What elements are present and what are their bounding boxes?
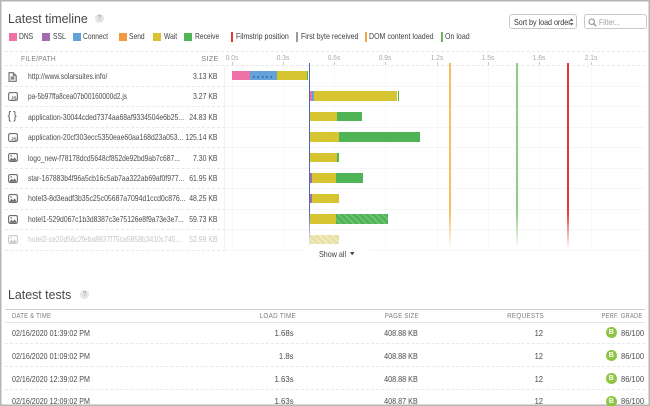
svg-text:JS: JS bbox=[11, 136, 17, 141]
svg-text:JS: JS bbox=[11, 96, 17, 101]
